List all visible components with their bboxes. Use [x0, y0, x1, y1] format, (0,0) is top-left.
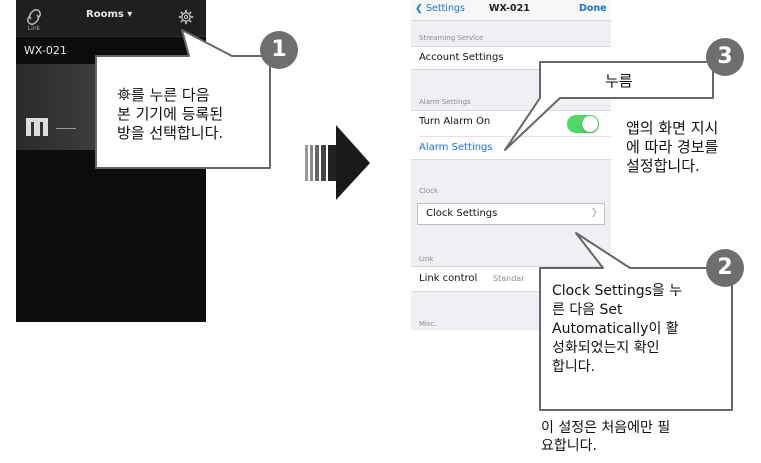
link-control-value: Standar [493, 274, 525, 283]
nav-title: WX-021 [489, 3, 530, 14]
first-time-note-line-2: 요합니다. [541, 438, 597, 454]
left-phone-screen: Link Rooms ▾ WX-021 [16, 0, 206, 322]
alarm-group: Turn Alarm On Alarm Settings [411, 110, 611, 160]
callout-1-line-1: 를 누른 다음 [117, 86, 267, 105]
divider [56, 128, 76, 129]
callout-1-line-2: 본 기기에 등록된 [117, 105, 224, 123]
alarm-toggle[interactable] [567, 115, 599, 133]
section-header-clock: Clock [419, 187, 439, 195]
callout-2-line-4: 성화되었는지 확인 [552, 340, 660, 356]
step-1-badge: 1 [260, 31, 298, 69]
alarm-settings-link[interactable]: Alarm Settings [419, 142, 493, 153]
callout-2-line-3: Automatically이 활 [552, 321, 679, 337]
first-time-note: 이 설정은 처음에만 필 요합니다. [541, 419, 741, 455]
step-3-badge: 3 [706, 38, 744, 76]
first-time-note-line-1: 이 설정은 처음에만 필 [541, 420, 671, 436]
divider [419, 136, 611, 137]
callout-1-line-3: 방을 선택합니다. [117, 124, 224, 142]
back-button[interactable]: ❮ Settings [415, 3, 465, 14]
callout-2-line-5: 합니다. [552, 359, 596, 375]
callout-2-line-2: 른 다음 Set [552, 302, 623, 318]
link-control-label: Link control [419, 273, 478, 284]
clock-settings-label: Clock Settings [426, 208, 498, 219]
section-header-alarm: Alarm Settings [419, 98, 471, 106]
device-name[interactable]: WX-021 [24, 44, 67, 57]
alarm-note-line-3: 설정합니다. [626, 157, 700, 175]
section-header-link: Link [419, 255, 434, 263]
top-bar: Link Rooms ▾ [16, 0, 206, 37]
speaker-image [26, 118, 48, 136]
rooms-dropdown[interactable]: Rooms ▾ [86, 9, 132, 20]
callout-1-line-1-text: 를 누른 다음 [131, 86, 210, 104]
callout-3-text: 누름 [605, 72, 633, 90]
nav-bar: ❮ Settings WX-021 Done [411, 0, 611, 21]
done-button[interactable]: Done [579, 3, 607, 14]
link-label: Link [27, 25, 41, 32]
back-label: Settings [425, 3, 465, 14]
turn-alarm-on-label: Turn Alarm On [419, 116, 491, 127]
account-settings-row[interactable]: Account Settings [411, 46, 611, 70]
callout-2-text: Clock Settings을 누 른 다음 Set Automatically… [552, 282, 728, 377]
chevron-right-icon: ❯ [590, 208, 598, 218]
callout-1-text: 를 누른 다음 본 기기에 등록된 방을 선택합니다. [117, 86, 267, 143]
alarm-note-line-2: 에 따라 경보를 [626, 138, 719, 156]
gear-icon [117, 87, 131, 101]
alarm-note: 앱의 화면 지시 에 따라 경보를 설정합니다. [626, 119, 756, 176]
callout-2-line-1: Clock Settings을 누 [552, 283, 683, 299]
account-settings-label: Account Settings [419, 52, 504, 63]
alarm-note-line-1: 앱의 화면 지시 [626, 119, 719, 137]
clock-settings-row[interactable]: Clock Settings ❯ [417, 203, 605, 225]
right-arrow-icon [305, 125, 370, 200]
section-header-misc: Misc. [419, 320, 437, 328]
section-header-streaming: Streaming Service [419, 34, 484, 42]
gear-icon[interactable] [178, 9, 194, 25]
right-phone-screen: ❮ Settings WX-021 Done Streaming Service… [411, 0, 611, 330]
